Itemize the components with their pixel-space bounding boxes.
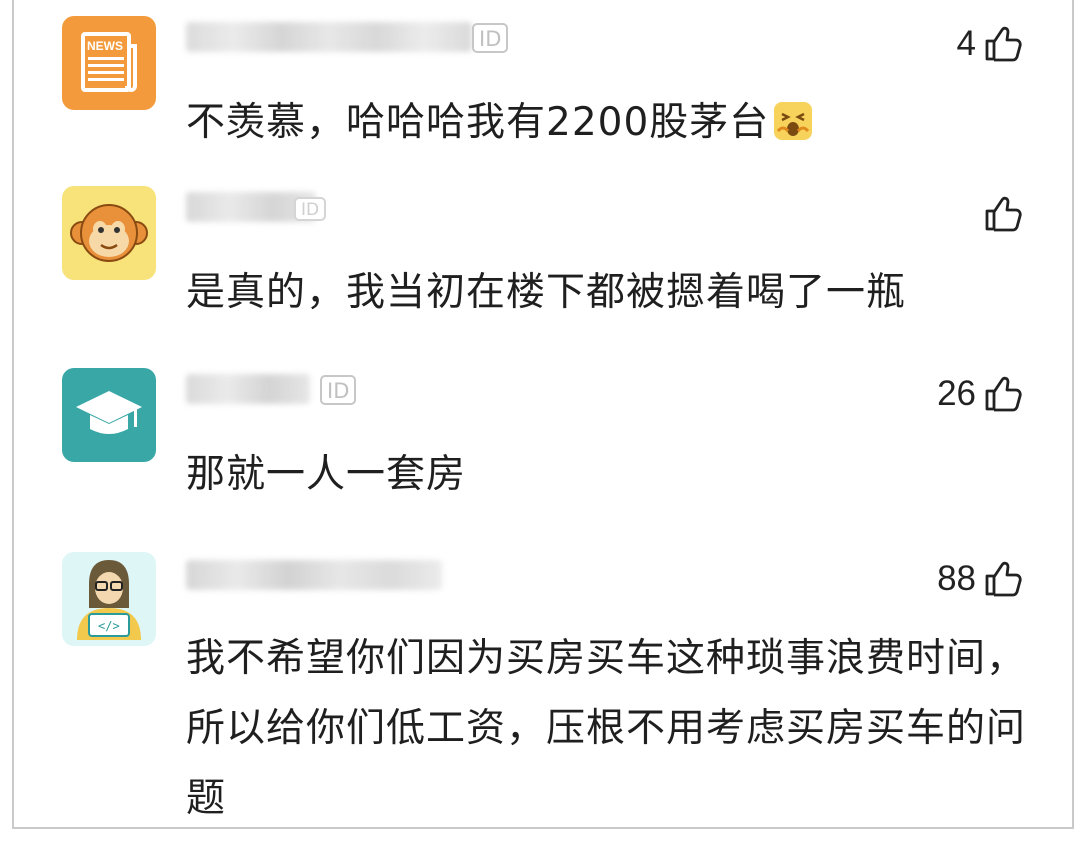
avatar-news[interactable]: NEWS xyxy=(62,16,156,110)
id-badge: ID xyxy=(320,375,357,405)
monkey-icon xyxy=(70,204,148,262)
comment-text: 我不希望你们因为买房买车这种琐事浪费时间，所以给你们低工资，压根不用考虑买房买车… xyxy=(186,636,1027,821)
avatar-label: NEWS xyxy=(87,39,123,53)
username-blurred[interactable] xyxy=(186,560,442,590)
graduation-cap-icon xyxy=(76,391,142,434)
thumbs-up-icon xyxy=(985,196,1022,232)
avatar-graduation[interactable] xyxy=(62,368,156,462)
thumbs-up-icon xyxy=(985,376,1022,412)
comment-text-content: 不羡慕，哈哈哈我有2200股茅台 xyxy=(186,100,770,145)
username-blurred[interactable] xyxy=(186,22,472,52)
comment-text: 那就一人一套房 xyxy=(186,452,467,497)
comment-text: 是真的，我当初在楼下都被摁着喝了一瓶 xyxy=(186,270,907,315)
avatar-label: </> xyxy=(98,619,120,633)
thumbs-up-icon xyxy=(985,26,1022,62)
newspaper-icon: NEWS xyxy=(81,32,137,92)
like-button[interactable] xyxy=(976,194,1022,234)
avatar-developer[interactable]: </> xyxy=(62,552,156,646)
like-button[interactable]: 88 xyxy=(937,559,1022,599)
comment-text: 不羡慕，哈哈哈我有2200股茅台 xyxy=(186,88,1026,158)
emoji-icon xyxy=(774,102,813,140)
comment-list: NEWS ID 4 不羡慕，哈哈哈我有2200股茅台 ID 是真的，我当初在楼下… xyxy=(12,0,1074,829)
like-count: 26 xyxy=(937,374,976,413)
like-count: 4 xyxy=(956,24,976,63)
id-badge: ID xyxy=(294,197,327,221)
thumbs-up-icon xyxy=(985,561,1022,597)
like-button[interactable]: 26 xyxy=(937,374,1022,414)
avatar-monkey[interactable] xyxy=(62,186,156,280)
like-button[interactable]: 4 xyxy=(957,24,1022,64)
developer-icon: </> xyxy=(77,560,141,640)
username-blurred[interactable] xyxy=(186,374,310,404)
id-badge: ID xyxy=(472,23,509,53)
like-count: 88 xyxy=(937,559,976,598)
